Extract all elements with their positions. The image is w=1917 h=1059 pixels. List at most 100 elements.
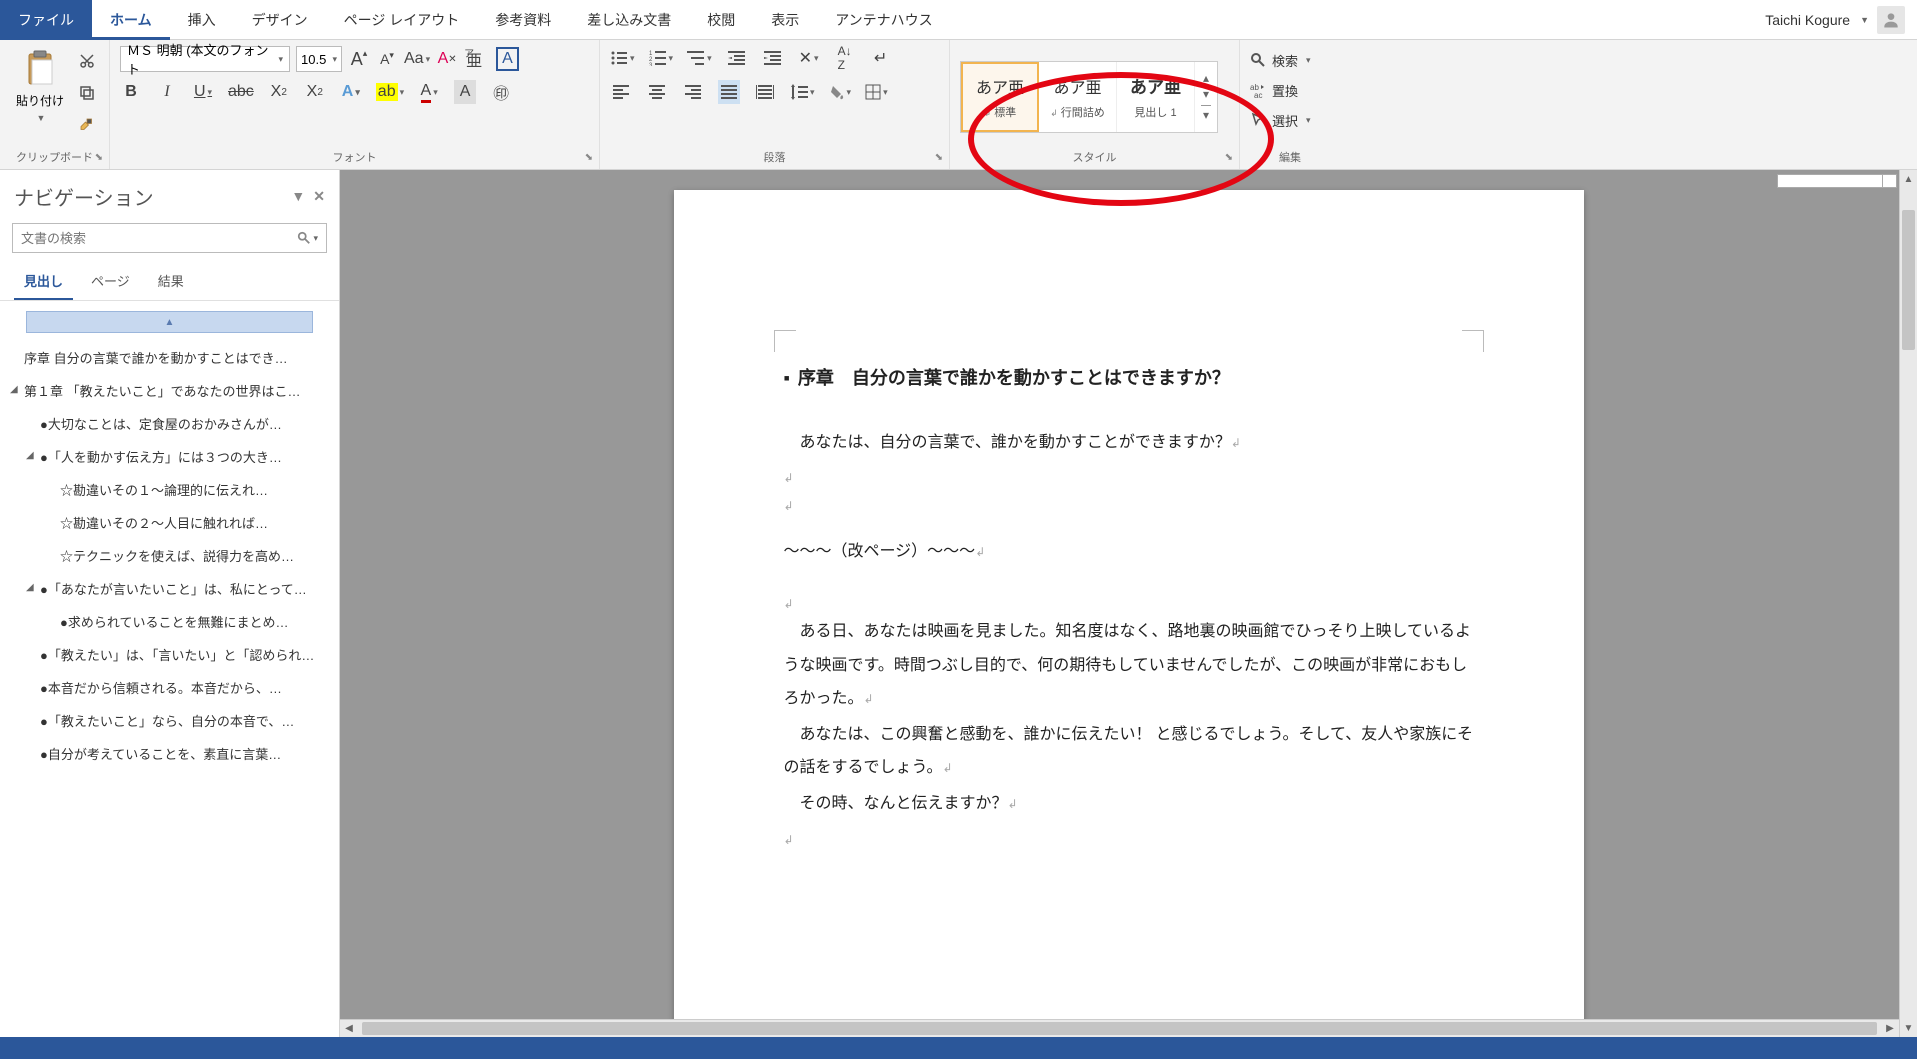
nav-item[interactable]: ☆勘違いその１～論理的に伝えれ… — [6, 473, 333, 506]
nav-item[interactable]: ◢第１章 「教えたいこと」であなたの世界はこ… — [6, 374, 333, 407]
character-border-button[interactable]: A — [496, 47, 519, 71]
nav-tab-headings[interactable]: 見出し — [14, 263, 73, 300]
strikethrough-button[interactable]: abc — [228, 80, 254, 104]
select-button[interactable]: 選択▾ — [1250, 108, 1311, 132]
nav-item[interactable]: ☆勘違いその２～人目に触れれば… — [6, 506, 333, 539]
superscript-button[interactable]: X2 — [304, 80, 326, 104]
tab-mailings[interactable]: 差し込み文書 — [569, 0, 689, 40]
show-marks-button[interactable]: ↵ — [870, 46, 892, 70]
nav-item[interactable]: ☆テクニックを使えば、説得力を高め… — [6, 539, 333, 572]
close-icon[interactable]: ✕ — [313, 188, 325, 205]
chevron-down-icon[interactable]: ▾ — [313, 233, 318, 244]
nav-item[interactable]: ●求められていることを無難にまとめ… — [6, 605, 333, 638]
scroll-thumb[interactable] — [1902, 210, 1915, 350]
nav-item[interactable]: ●大切なことは、定食屋のおかみさんが… — [6, 407, 333, 440]
styles-more-button[interactable]: ▴▾▾ — [1195, 62, 1217, 132]
nav-item[interactable]: ●「教えたいこと」なら、自分の本音で、… — [6, 704, 333, 737]
align-center-button[interactable] — [646, 80, 668, 104]
style-heading1[interactable]: あア亜 見出し 1 — [1117, 62, 1195, 132]
user-area[interactable]: Taichi Kogure ▼ — [1765, 6, 1917, 34]
scroll-up-icon[interactable]: ▲ — [1900, 170, 1917, 188]
tab-insert[interactable]: 挿入 — [170, 0, 234, 40]
nav-tab-pages[interactable]: ページ — [81, 263, 140, 300]
font-name-select[interactable]: ＭＳ 明朝 (本文のフォント▾ — [120, 46, 290, 72]
align-right-button[interactable] — [682, 80, 704, 104]
clear-formatting-button[interactable]: A✕ — [436, 47, 458, 71]
justify-button[interactable] — [718, 80, 740, 104]
dialog-launcher-icon[interactable]: ⬊ — [1225, 152, 1233, 163]
tab-home[interactable]: ホーム — [92, 0, 170, 40]
copy-button[interactable] — [76, 82, 98, 104]
scroll-thumb[interactable] — [362, 1022, 1877, 1035]
align-left-button[interactable] — [610, 80, 632, 104]
nav-search[interactable]: ▾ — [12, 223, 327, 253]
tab-review[interactable]: 校閲 — [689, 0, 753, 40]
shading-button[interactable]: ▾ — [829, 80, 852, 104]
line-spacing-button[interactable]: ▾ — [790, 80, 815, 104]
tab-page-layout[interactable]: ページ レイアウト — [326, 0, 478, 40]
find-button[interactable]: 検索▾ — [1250, 48, 1311, 72]
nav-tab-results[interactable]: 結果 — [148, 263, 194, 300]
search-input[interactable] — [21, 231, 297, 246]
paste-button[interactable]: 貼り付け ▼ — [10, 46, 70, 127]
svg-text:3: 3 — [649, 63, 653, 66]
nav-item[interactable]: ●本音だから信頼される。本音だから、… — [6, 671, 333, 704]
scroll-down-icon[interactable]: ▼ — [1900, 1019, 1917, 1037]
distributed-button[interactable] — [754, 80, 776, 104]
enclose-characters-button[interactable]: ㊞ — [490, 80, 512, 104]
nav-item[interactable]: ●「教えたい」は、「言いたい」と「認められ… — [6, 638, 333, 671]
bullets-button[interactable]: ▾ — [610, 46, 635, 70]
cut-button[interactable] — [76, 50, 98, 72]
change-case-button[interactable]: Aa▾ — [404, 47, 430, 71]
tab-antenna-house[interactable]: アンテナハウス — [817, 0, 950, 40]
tab-file[interactable]: ファイル — [0, 0, 92, 40]
nav-item[interactable]: ◢●「あなたが言いたいこと」は、私にとって… — [6, 572, 333, 605]
increase-indent-button[interactable] — [762, 46, 784, 70]
dialog-launcher-icon[interactable]: ⬊ — [95, 152, 103, 163]
dialog-launcher-icon[interactable]: ⬊ — [935, 152, 943, 163]
highlight-button[interactable]: ab▾ — [376, 80, 404, 104]
shrink-font-button[interactable]: A▾ — [376, 47, 398, 71]
decrease-indent-button[interactable] — [726, 46, 748, 70]
scroll-left-icon[interactable]: ◀ — [340, 1020, 358, 1037]
chevron-down-icon[interactable]: ▼ — [291, 188, 305, 205]
font-color-button[interactable]: A▾ — [418, 80, 440, 104]
doc-paragraph: あなたは、自分の言葉で、誰かを動かすことができますか？ — [800, 434, 1231, 451]
sort-button[interactable]: A↓Z — [834, 46, 856, 70]
asian-layout-button[interactable]: ✕▾ — [798, 46, 820, 70]
ruler-toggle[interactable] — [1777, 174, 1897, 188]
nav-item[interactable]: ●自分が考えていることを、素直に言葉… — [6, 737, 333, 770]
collapse-icon[interactable]: ◢ — [10, 384, 18, 395]
text-effects-button[interactable]: A▾ — [340, 80, 362, 104]
borders-button[interactable]: ▾ — [865, 80, 888, 104]
subscript-button[interactable]: X2 — [268, 80, 290, 104]
collapse-icon[interactable]: ◢ — [26, 450, 34, 461]
tab-design[interactable]: デザイン — [234, 0, 326, 40]
horizontal-scrollbar[interactable]: ◀ ▶ — [340, 1019, 1899, 1037]
replace-button[interactable]: abac 置換 — [1250, 78, 1311, 102]
document-scroll[interactable]: 序章 自分の言葉で誰かを動かすことはできますか？ あなたは、自分の言葉で、誰かを… — [340, 170, 1917, 1037]
tab-view[interactable]: 表示 — [753, 0, 817, 40]
grow-font-button[interactable]: A▴ — [348, 47, 370, 71]
scroll-right-icon[interactable]: ▶ — [1881, 1020, 1899, 1037]
phonetic-guide-button[interactable]: ア亜 — [464, 47, 490, 71]
vertical-scrollbar[interactable]: ▲ ▼ — [1899, 170, 1917, 1037]
style-normal[interactable]: あア亜 ↲ 標準 — [961, 62, 1039, 132]
collapse-icon[interactable]: ◢ — [26, 582, 34, 593]
nav-jump-top[interactable]: ▲ — [26, 311, 313, 333]
style-no-spacing[interactable]: あア亜 ↲ 行間詰め — [1039, 62, 1117, 132]
font-size-select[interactable]: 10.5▾ — [296, 46, 342, 72]
character-shading-button[interactable]: A — [454, 80, 476, 104]
nav-item[interactable]: 序章 自分の言葉で誰かを動かすことはでき… — [6, 341, 333, 374]
document-page[interactable]: 序章 自分の言葉で誰かを動かすことはできますか？ あなたは、自分の言葉で、誰かを… — [674, 190, 1584, 1037]
underline-button[interactable]: U▾ — [192, 80, 214, 104]
nav-item[interactable]: ◢●「人を動かす伝え方」には３つの大き… — [6, 440, 333, 473]
multilevel-list-button[interactable]: ▾ — [687, 46, 712, 70]
bold-button[interactable]: B — [120, 80, 142, 104]
style-name-label: 見出し 1 — [1134, 104, 1176, 120]
format-painter-button[interactable] — [76, 114, 98, 136]
dialog-launcher-icon[interactable]: ⬊ — [585, 152, 593, 163]
numbering-button[interactable]: 123▾ — [649, 46, 674, 70]
italic-button[interactable]: I — [156, 80, 178, 104]
tab-references[interactable]: 参考資料 — [477, 0, 569, 40]
